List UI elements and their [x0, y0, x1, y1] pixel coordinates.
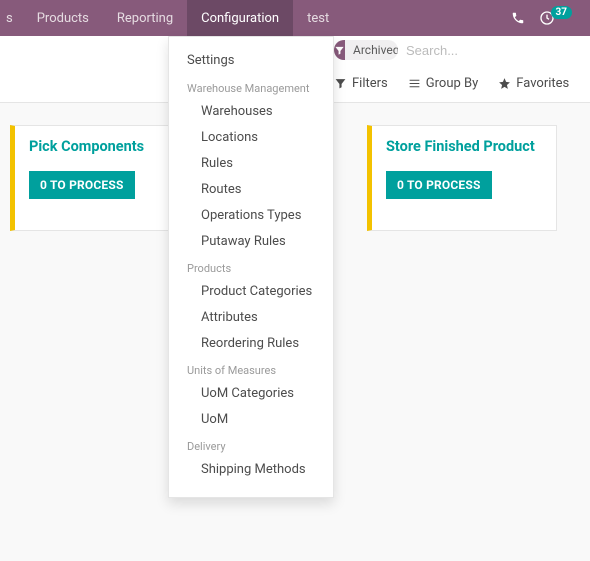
dropdown-label: Shipping Methods [201, 462, 306, 477]
dropdown-label: Operations Types [201, 208, 301, 223]
dropdown-item-product-categories[interactable]: Product Categories [169, 279, 333, 305]
nav-item-test[interactable]: test [293, 0, 343, 36]
card-title: Store Finished Product [386, 138, 542, 155]
nav-label: Reporting [117, 11, 173, 26]
dropdown-label: Settings [187, 53, 234, 68]
dropdown-header-uom: Units of Measures [169, 357, 333, 381]
favorites-label: Favorites [516, 76, 569, 91]
dropdown-label: Warehouses [201, 104, 273, 119]
search-facet-archived: Archived ✕ [334, 40, 398, 60]
nav-label: Configuration [201, 11, 279, 26]
nav-label: s [6, 11, 13, 26]
dropdown-item-rules[interactable]: Rules [169, 151, 333, 177]
group-by-label: Group By [426, 76, 479, 91]
button-label: 0 TO PROCESS [40, 178, 124, 192]
dropdown-label: Routes [201, 182, 241, 197]
nav-item-products[interactable]: Products [23, 0, 103, 36]
list-icon [408, 77, 421, 90]
dropdown-item-locations[interactable]: Locations [169, 125, 333, 151]
funnel-icon [334, 40, 345, 60]
dropdown-item-reordering-rules[interactable]: Reordering Rules [169, 331, 333, 357]
favorites-button[interactable]: Favorites [498, 76, 569, 91]
card-title: Pick Components [29, 138, 185, 155]
filters-label: Filters [352, 76, 388, 91]
dropdown-label: Attributes [201, 310, 258, 325]
dropdown-item-shipping-methods[interactable]: Shipping Methods [169, 457, 333, 483]
group-by-button[interactable]: Group By [408, 76, 479, 91]
search-input[interactable] [398, 37, 590, 63]
dropdown-header-products: Products [169, 255, 333, 279]
button-label: 0 TO PROCESS [397, 178, 481, 192]
star-icon [498, 77, 511, 90]
dropdown-label: UoM Categories [201, 386, 294, 401]
nav-label: test [307, 11, 329, 26]
dropdown-item-attributes[interactable]: Attributes [169, 305, 333, 331]
nav-label: Products [37, 11, 89, 26]
dropdown-item-uom[interactable]: UoM [169, 407, 333, 433]
dropdown-item-warehouses[interactable]: Warehouses [169, 99, 333, 125]
dropdown-header-delivery: Delivery [169, 433, 333, 457]
nav-right: 37 [511, 10, 590, 26]
dropdown-label: Rules [201, 156, 233, 171]
dropdown-label: Putaway Rules [201, 234, 286, 249]
dropdown-label: Product Categories [201, 284, 312, 299]
dropdown-item-routes[interactable]: Routes [169, 177, 333, 203]
dropdown-header-warehouse: Warehouse Management [169, 75, 333, 99]
dropdown-item-settings[interactable]: Settings [169, 47, 333, 75]
activity-badge: 37 [551, 6, 572, 19]
kanban-card-store-finished[interactable]: Store Finished Product 0 TO PROCESS [367, 125, 557, 231]
process-button[interactable]: 0 TO PROCESS [29, 171, 135, 199]
dropdown-label: Locations [201, 130, 258, 145]
filters-button[interactable]: Filters [334, 76, 388, 91]
dropdown-label: Reordering Rules [201, 336, 299, 351]
activity-wrapper[interactable]: 37 [539, 10, 576, 26]
top-navbar: s Products Reporting Configuration test … [0, 0, 590, 36]
nav-item-reporting[interactable]: Reporting [103, 0, 187, 36]
nav-left: s Products Reporting Configuration test [0, 0, 343, 36]
phone-icon[interactable] [511, 11, 525, 25]
nav-item-truncated[interactable]: s [0, 0, 23, 36]
funnel-icon [334, 77, 347, 90]
configuration-dropdown: Settings Warehouse Management Warehouses… [168, 36, 334, 498]
dropdown-item-putaway-rules[interactable]: Putaway Rules [169, 229, 333, 255]
dropdown-label: UoM [201, 412, 228, 427]
process-button[interactable]: 0 TO PROCESS [386, 171, 492, 199]
dropdown-item-operations-types[interactable]: Operations Types [169, 203, 333, 229]
facet-label: Archived [345, 43, 398, 57]
dropdown-item-uom-categories[interactable]: UoM Categories [169, 381, 333, 407]
nav-item-configuration[interactable]: Configuration [187, 0, 293, 36]
